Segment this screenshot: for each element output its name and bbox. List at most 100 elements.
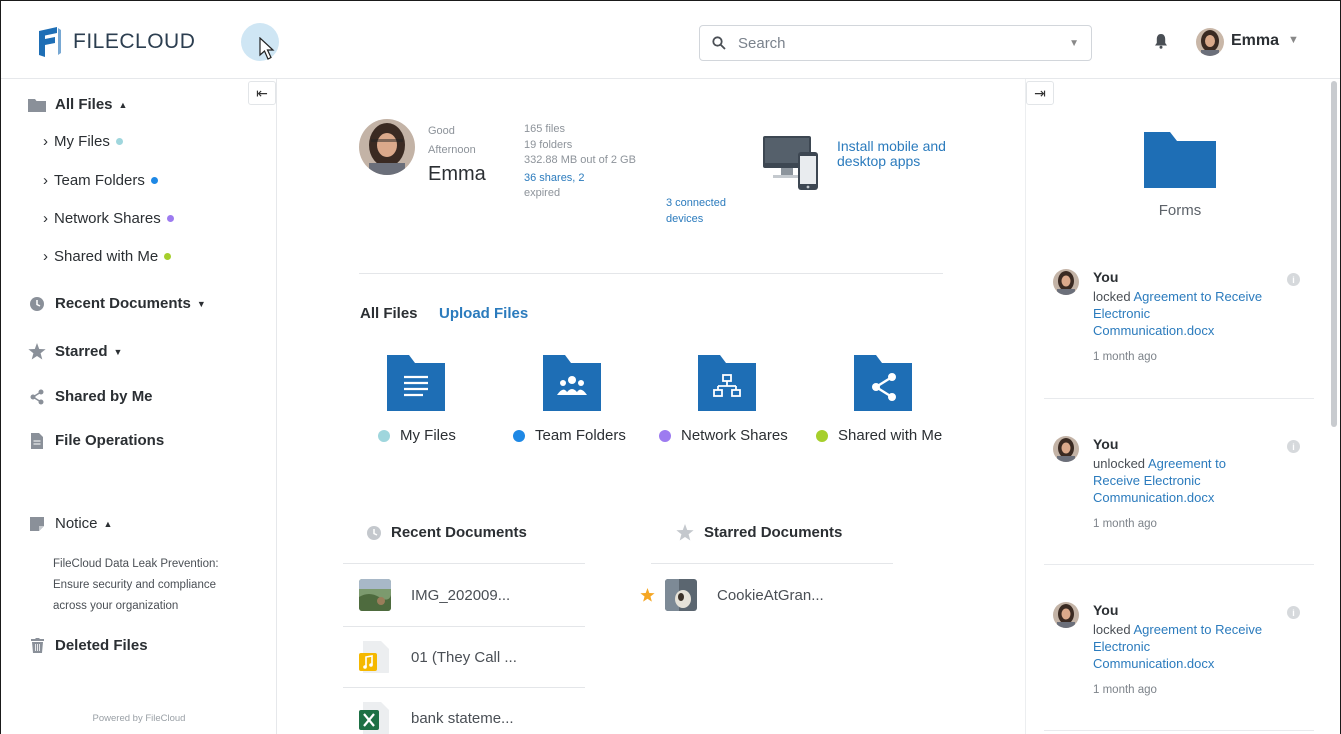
caret-down-icon: ▼: [113, 346, 123, 357]
greeting-text: Good Afternoon: [428, 125, 476, 156]
star-icon: [27, 343, 47, 360]
right-panel-scrollbar[interactable]: [1331, 81, 1337, 427]
user-avatar[interactable]: [1196, 28, 1224, 56]
activity-avatar: [1053, 269, 1079, 295]
activity-actor: You: [1093, 269, 1119, 285]
my-files-dot: [115, 138, 123, 145]
my-files-dot: [378, 429, 390, 442]
user-name[interactable]: Emma: [1231, 32, 1279, 50]
recent-documents-title: Recent Documents: [391, 524, 527, 541]
tab-upload-files[interactable]: Upload Files: [439, 305, 528, 322]
chevron-right-icon: ›: [43, 172, 48, 189]
sidebar-item-all-files[interactable]: All Files ▲: [27, 96, 127, 113]
starred-documents-title: Starred Documents: [704, 524, 843, 541]
folder-icon: [27, 98, 47, 112]
sidebar-item-starred[interactable]: Starred ▼: [27, 343, 122, 360]
collapse-left-icon: ⇤: [256, 84, 268, 101]
sidebar-deleted-files-label: Deleted Files: [55, 637, 148, 654]
document-name: IMG_202009...: [411, 586, 511, 604]
recent-doc-row[interactable]: 01 (They Call ...: [359, 641, 517, 673]
sidebar-item-team-folders[interactable]: › Team Folders: [43, 172, 158, 189]
chevron-right-icon: ›: [43, 133, 48, 150]
tab-all-files[interactable]: All Files: [360, 305, 418, 322]
collapse-right-icon: ⇥: [1034, 84, 1046, 101]
powered-by-text: Powered by FileCloud: [92, 713, 186, 724]
clock-icon: [367, 525, 381, 540]
divider: [343, 563, 585, 564]
collapse-right-panel-button[interactable]: ⇥: [1026, 81, 1054, 105]
devices-icon: [763, 136, 823, 197]
network-shares-folder[interactable]: [698, 355, 756, 411]
folders-count: 19 folders: [524, 138, 573, 151]
caret-up-icon: ▲: [118, 99, 128, 110]
star-icon: [676, 524, 694, 541]
sidebar-item-label: Shared with Me: [54, 248, 159, 265]
excel-file-icon: [359, 702, 391, 734]
document-name: bank stateme...: [411, 709, 514, 727]
folder-label-text: Network Shares: [681, 427, 788, 444]
share-icon: [27, 389, 47, 405]
forms-label[interactable]: Forms: [1144, 202, 1216, 219]
my-files-folder[interactable]: [387, 355, 445, 411]
team-folders-dot: [513, 429, 525, 442]
sidebar-item-label: Team Folders: [54, 172, 145, 189]
file-icon: [27, 432, 47, 449]
activity-avatar: [1053, 436, 1079, 462]
divider: [1044, 564, 1314, 565]
search-input[interactable]: Search: [738, 35, 1069, 52]
activity-time: 1 month ago: [1093, 684, 1157, 696]
search-box[interactable]: Search ▼: [699, 25, 1092, 61]
caret-up-icon: ▲: [103, 518, 113, 529]
connected-devices-link[interactable]: 3 connected devices: [666, 196, 756, 227]
starred-documents-header: Starred Documents: [676, 524, 842, 541]
folder-label-network-shares[interactable]: Network Shares: [659, 427, 788, 444]
install-apps-link[interactable]: Install mobile and desktop apps: [837, 139, 957, 169]
logo-text: FILECLOUD: [73, 30, 196, 53]
collapse-sidebar-button[interactable]: ⇤: [248, 81, 276, 105]
sidebar-item-shared-by-me[interactable]: Shared by Me: [27, 388, 153, 405]
filecloud-logo[interactable]: FILECLOUD: [37, 27, 195, 57]
sidebar-item-network-shares[interactable]: › Network Shares: [43, 210, 174, 227]
search-icon: [712, 36, 726, 50]
recent-doc-row[interactable]: bank stateme...: [359, 702, 514, 734]
chevron-right-icon: ›: [43, 210, 48, 227]
starred-star-icon[interactable]: [640, 588, 655, 602]
clock-icon: [27, 296, 47, 311]
sidebar-notice-label: Notice: [55, 515, 98, 532]
folder-label-text: My Files: [400, 427, 456, 444]
sidebar-item-my-files[interactable]: › My Files: [43, 133, 123, 150]
divider: [343, 626, 585, 627]
starred-doc-row[interactable]: CookieAtGran...: [640, 579, 824, 611]
info-icon[interactable]: i: [1287, 440, 1300, 453]
activity-avatar: [1053, 602, 1079, 628]
cursor-highlight: [241, 23, 279, 61]
folder-label-team-folders[interactable]: Team Folders: [513, 427, 626, 444]
shared-with-me-folder[interactable]: [854, 355, 912, 411]
sidebar-item-file-operations[interactable]: File Operations: [27, 432, 164, 449]
files-count: 165 files: [524, 123, 565, 135]
recent-doc-row[interactable]: IMG_202009...: [359, 579, 510, 611]
folder-label-shared-with-me[interactable]: Shared with Me: [816, 427, 942, 444]
sidebar-item-shared-with-me[interactable]: › Shared with Me: [43, 248, 172, 265]
notice-text: FileCloud Data Leak Prevention: Ensure s…: [53, 558, 219, 612]
shared-with-me-dot: [816, 429, 828, 442]
image-thumb-icon: [665, 579, 697, 611]
mouse-pointer-icon: [259, 37, 275, 60]
divider: [651, 563, 893, 564]
sidebar-file-operations-label: File Operations: [55, 432, 165, 449]
sidebar-recent-label: Recent Documents: [55, 295, 191, 312]
activity-verb: unlocked: [1093, 456, 1146, 471]
user-menu-chevron-icon[interactable]: ▼: [1288, 34, 1299, 46]
forms-folder[interactable]: [1144, 132, 1216, 193]
search-dropdown-icon[interactable]: ▼: [1069, 38, 1079, 49]
info-icon[interactable]: i: [1287, 273, 1300, 286]
sidebar-starred-label: Starred: [55, 343, 108, 360]
sidebar-item-deleted-files[interactable]: Deleted Files: [27, 637, 148, 654]
team-folders-folder[interactable]: [543, 355, 601, 411]
folder-label-my-files[interactable]: My Files: [378, 427, 456, 444]
sidebar-item-notice[interactable]: Notice ▲: [27, 515, 112, 532]
shares-link[interactable]: 36 shares, 2: [524, 172, 585, 184]
sidebar-item-recent-documents[interactable]: Recent Documents ▼: [27, 295, 206, 312]
info-icon[interactable]: i: [1287, 606, 1300, 619]
notifications-bell-icon[interactable]: [1154, 33, 1168, 54]
